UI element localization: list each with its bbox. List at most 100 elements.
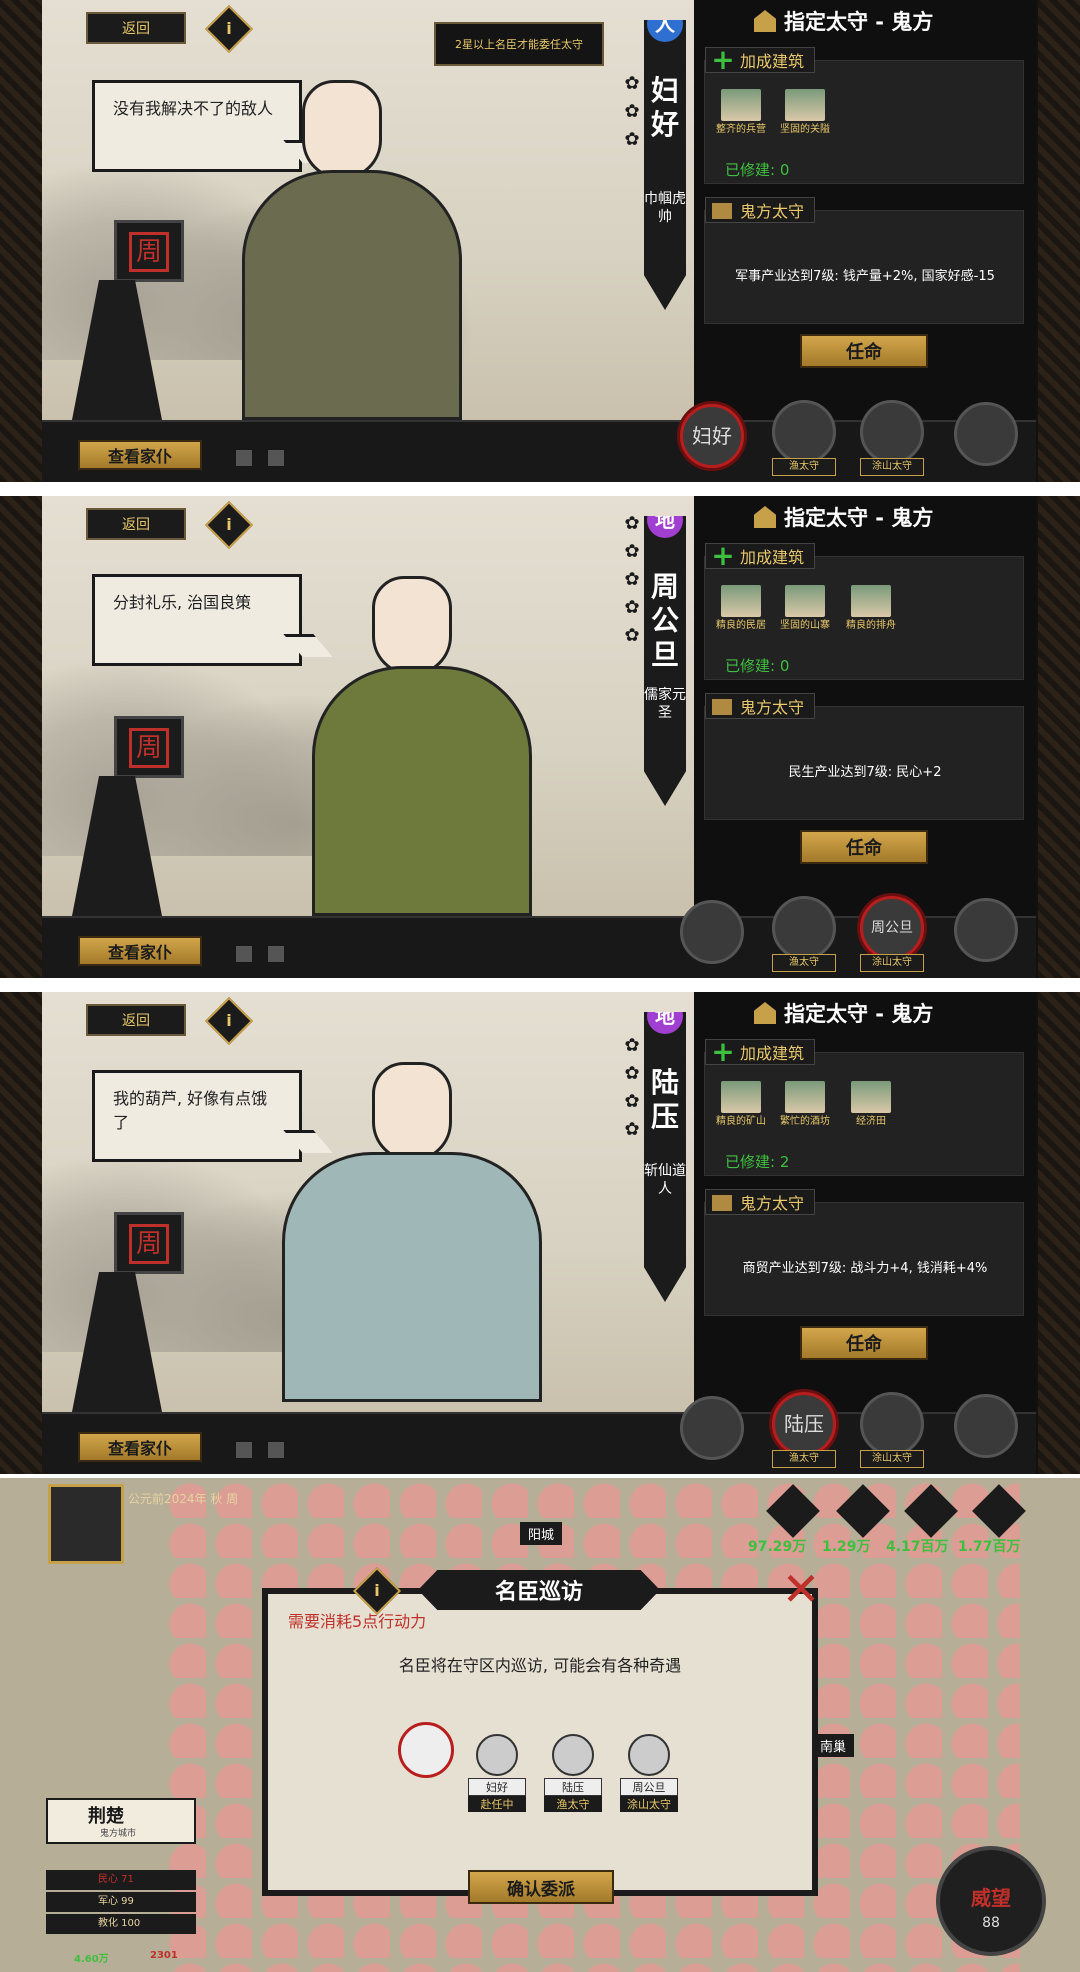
close-icon[interactable]: ✕ xyxy=(776,1566,826,1616)
candidate-name: 陆压 xyxy=(544,1778,602,1796)
back-button[interactable]: 返回 xyxy=(86,508,186,540)
head xyxy=(302,80,382,180)
star-icon: ✿ xyxy=(624,73,640,94)
building-item[interactable]: 整齐的兵营 xyxy=(711,87,771,147)
avatar-icon xyxy=(628,1734,670,1776)
minister-avatar[interactable] xyxy=(954,1394,1018,1458)
info-button[interactable]: i xyxy=(204,500,254,550)
back-button[interactable]: 返回 xyxy=(86,1004,186,1036)
building-item[interactable]: 精良的排舟 xyxy=(841,583,901,643)
minister-avatar[interactable]: 周公旦 xyxy=(860,896,924,960)
building-mini-icon[interactable] xyxy=(236,946,252,962)
info-icon: i xyxy=(374,1581,380,1600)
avatar-status-tag: 渔太守 xyxy=(772,954,836,972)
star-icon: ✿ xyxy=(624,513,640,534)
candidate[interactable]: 周公旦 涂山太守 xyxy=(620,1734,678,1812)
avatar-status-tag: 涂山太守 xyxy=(860,458,924,476)
city-name: 荆楚 xyxy=(88,1806,124,1827)
bottom-count: 2301 xyxy=(150,1950,178,1961)
city-card[interactable]: 荆楚 鬼方城市 xyxy=(46,1798,196,1844)
building-item[interactable]: 繁忙的酒坊 xyxy=(775,1079,835,1139)
minister-avatar[interactable] xyxy=(860,400,924,464)
building-item[interactable]: 坚固的关隘 xyxy=(775,87,835,147)
scene: 返回 i 没有我解决不了的敌人 2星以上名臣才能委任太守 周 ✿ ✿ ✿ 人 妇好 … xyxy=(42,0,694,420)
town-yangcheng[interactable]: 阳城 xyxy=(520,1522,563,1545)
building-label: 整齐的兵营 xyxy=(716,124,766,135)
bottom-money: 4.60万 xyxy=(74,1954,109,1965)
dialog-description: 名臣将在守区内巡访, 可能会有各种奇遇 xyxy=(398,1656,682,1675)
flag-mini-icon[interactable] xyxy=(268,1442,284,1458)
robe xyxy=(242,170,462,420)
fame-dial[interactable]: 威望 88 xyxy=(936,1846,1046,1956)
view-family-button[interactable]: 查看家仆 xyxy=(78,440,202,470)
candidate[interactable]: 妇好 赴任中 xyxy=(468,1734,526,1812)
resource-food: 1.29万 xyxy=(822,1539,871,1555)
minister-avatar[interactable]: 陆压 xyxy=(772,1392,836,1456)
building-mini-icon[interactable] xyxy=(236,450,252,466)
bonus-building-label: 加成建筑 xyxy=(740,548,805,567)
avatar-initial: 陆压 xyxy=(784,1412,824,1436)
tower: 周 xyxy=(72,210,184,420)
appoint-button[interactable]: 任命 xyxy=(800,830,928,864)
minister-avatar[interactable] xyxy=(772,400,836,464)
action-cost: 需要消耗5点行动力 xyxy=(288,1612,427,1631)
info-button[interactable]: i xyxy=(204,996,254,1046)
candidate-name: 周公旦 xyxy=(620,1778,678,1796)
minister-avatar[interactable] xyxy=(772,896,836,960)
effect-text: 商贸产业达到7级: 战斗力+4, 钱消耗+4% xyxy=(742,1261,988,1276)
name-tag: 地 陆压 斩仙道人 xyxy=(644,1012,686,1302)
head xyxy=(372,1062,452,1162)
star-icon: ✿ xyxy=(624,101,640,122)
candidate[interactable]: 陆压 渔太守 xyxy=(544,1734,602,1812)
minister-avatar[interactable] xyxy=(860,1392,924,1456)
confirm-dispatch-button[interactable]: 确认委派 xyxy=(468,1870,614,1904)
flag-text: 周 xyxy=(129,232,169,272)
building-box: + 加成建筑 精良的民居 坚固的山寨 精良的排舟 已修建: 0 xyxy=(704,542,1024,680)
building-item[interactable]: 精良的矿山 xyxy=(711,1079,771,1139)
type-badge: 人 xyxy=(647,20,683,42)
building-item[interactable]: 经济田 xyxy=(841,1079,901,1139)
flag-mini-icon[interactable] xyxy=(268,450,284,466)
minister-avatar[interactable]: 妇好 xyxy=(680,404,744,468)
info-icon: i xyxy=(226,515,232,534)
star-rating: ✿ ✿ ✿ ✿ xyxy=(622,1032,642,1144)
plus-icon: + xyxy=(711,1035,735,1068)
info-button[interactable]: i xyxy=(204,4,254,54)
scene: 返回 i 我的葫芦, 好像有点饿了 周 ✿ ✿ ✿ ✿ 地 陆压 斩仙道人 xyxy=(42,992,694,1412)
star-icon: ✿ xyxy=(624,625,640,646)
flag-mini-icon[interactable] xyxy=(268,946,284,962)
minister-avatar[interactable] xyxy=(954,898,1018,962)
stat-culture: 教化 100 xyxy=(46,1914,196,1934)
view-family-button[interactable]: 查看家仆 xyxy=(78,936,202,966)
back-button[interactable]: 返回 xyxy=(86,12,186,44)
type-badge: 地 xyxy=(647,516,683,538)
minister-avatar[interactable] xyxy=(680,1396,744,1460)
minister-avatar[interactable] xyxy=(680,900,744,964)
minister-figure xyxy=(262,1052,562,1412)
frame-right xyxy=(1038,0,1080,482)
town-nanchao[interactable]: 南巢 xyxy=(812,1734,855,1757)
minister-avatar[interactable] xyxy=(954,402,1018,466)
view-family-button[interactable]: 查看家仆 xyxy=(78,1432,202,1462)
building-item[interactable]: 精良的民居 xyxy=(711,583,771,643)
panel-title: 指定太守 - 鬼方 xyxy=(754,4,1014,38)
ruler-portrait[interactable] xyxy=(48,1484,124,1564)
minister-title: 巾帼虎帅 xyxy=(644,191,686,225)
appoint-button[interactable]: 任命 xyxy=(800,1326,928,1360)
avatar-initial: 妇好 xyxy=(692,424,732,448)
fortress-icon xyxy=(712,203,732,219)
appoint-button[interactable]: 任命 xyxy=(800,334,928,368)
panel-title-text: 指定太守 - 鬼方 xyxy=(784,10,934,34)
building-item[interactable]: 坚固的山寨 xyxy=(775,583,835,643)
building-mini-icon[interactable] xyxy=(236,1442,252,1458)
building-box: + 加成建筑 精良的矿山 繁忙的酒坊 经济田 已修建: 2 xyxy=(704,1038,1024,1176)
candidate-empty-slot[interactable] xyxy=(398,1722,454,1780)
frame-left xyxy=(0,496,42,978)
governor-panel: 指定太守 - 鬼方 + 加成建筑 精良的民居 坚固的山寨 精良的排舟 已修建: 0… xyxy=(694,496,1036,916)
building-icon xyxy=(849,583,893,619)
candidate-status: 涂山太守 xyxy=(620,1796,678,1812)
built-count: 已修建: 2 xyxy=(725,1153,790,1171)
panel-title: 指定太守 - 鬼方 xyxy=(754,996,1014,1030)
info-icon: i xyxy=(226,1011,232,1030)
name-tag: 地 周公旦 儒家元圣 xyxy=(644,516,686,806)
